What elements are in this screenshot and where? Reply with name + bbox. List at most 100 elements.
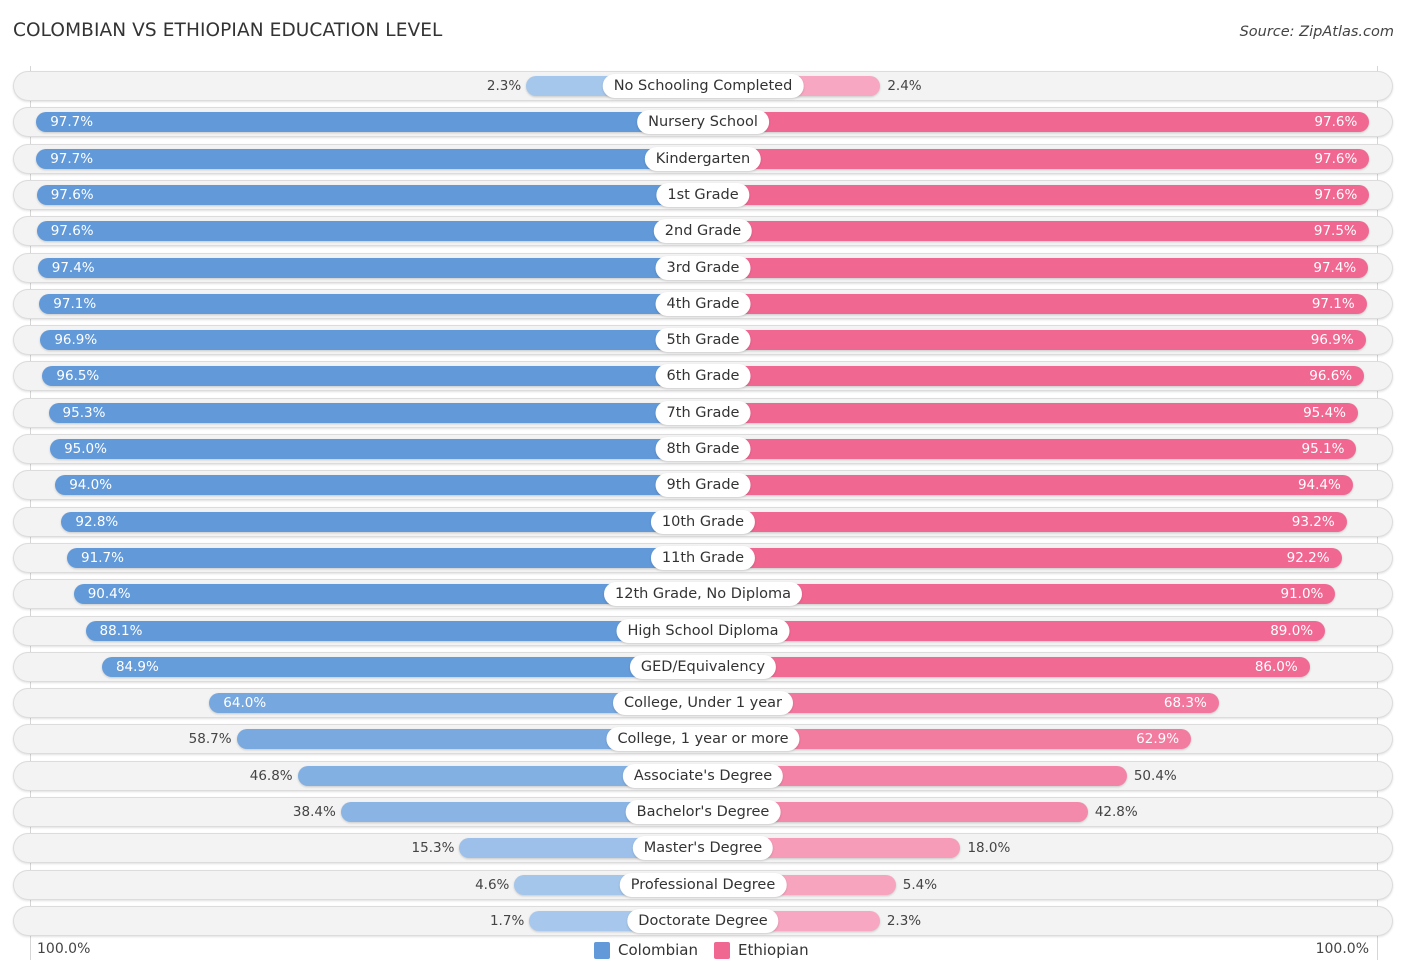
legend-item-colombian[interactable]: Colombian — [594, 940, 698, 960]
bar-colombian[interactable] — [61, 511, 703, 532]
bar-colombian[interactable] — [36, 112, 703, 133]
bar-colombian[interactable] — [39, 293, 703, 314]
value-label-colombian: 1.7% — [489, 912, 525, 929]
category-label: 4th Grade — [655, 291, 751, 316]
bar-colombian[interactable] — [36, 148, 703, 169]
bar-ethiopian[interactable] — [703, 112, 1370, 133]
category-label: GED/Equivalency — [629, 654, 777, 679]
bar-colombian[interactable] — [85, 620, 703, 641]
bar-colombian[interactable] — [40, 330, 703, 351]
value-label-ethiopian: 94.4% — [1297, 477, 1341, 494]
bar-colombian[interactable] — [36, 184, 703, 205]
value-label-ethiopian: 97.5% — [1313, 223, 1357, 240]
value-label-colombian: 97.7% — [50, 114, 94, 131]
legend-swatch-colombian — [594, 941, 610, 959]
bar-ethiopian[interactable] — [703, 221, 1369, 242]
value-label-colombian: 97.4% — [51, 259, 95, 276]
category-label: 6th Grade — [655, 364, 751, 389]
value-label-colombian: 91.7% — [81, 549, 124, 566]
category-label: College, Under 1 year — [613, 691, 793, 716]
value-label-colombian: 95.0% — [64, 441, 107, 457]
value-label-ethiopian: 97.1% — [1311, 295, 1355, 312]
category-label: 7th Grade — [655, 400, 751, 425]
bar-ethiopian[interactable] — [703, 330, 1366, 351]
value-label-colombian: 94.0% — [69, 477, 113, 494]
category-label: 12th Grade, No Diploma — [604, 582, 802, 607]
value-label-colombian: 97.6% — [50, 223, 94, 240]
bar-ethiopian[interactable] — [703, 475, 1353, 496]
value-label-colombian: 46.8% — [249, 767, 293, 784]
category-label: Bachelor's Degree — [625, 800, 781, 824]
category-label: High School Diploma — [616, 618, 790, 643]
value-label-ethiopian: 97.4% — [1313, 259, 1357, 276]
value-label-colombian: 88.1% — [99, 622, 143, 639]
value-label-colombian: 96.5% — [56, 368, 100, 385]
bar-ethiopian[interactable] — [703, 547, 1342, 568]
legend-label-colombian: Colombian — [618, 941, 698, 959]
bar-colombian[interactable] — [55, 475, 703, 496]
value-label-ethiopian: 95.4% — [1303, 404, 1346, 421]
value-label-ethiopian: 97.6% — [1314, 150, 1358, 167]
legend: Colombian Ethiopian — [0, 940, 1406, 962]
value-label-colombian: 92.8% — [75, 513, 119, 530]
legend-label-ethiopian: Ethiopian — [738, 941, 809, 959]
bar-ethiopian[interactable] — [703, 148, 1370, 169]
category-label: 2nd Grade — [653, 219, 753, 244]
bar-ethiopian[interactable] — [703, 656, 1310, 677]
category-label: College, 1 year or more — [606, 727, 800, 752]
value-label-ethiopian: 96.9% — [1310, 332, 1354, 349]
legend-item-ethiopian[interactable]: Ethiopian — [714, 940, 809, 960]
bar-ethiopian[interactable] — [703, 511, 1347, 532]
value-label-ethiopian: 62.9% — [1136, 731, 1180, 748]
bar-colombian[interactable] — [101, 656, 703, 677]
category-label: 8th Grade — [655, 437, 751, 461]
bar-ethiopian[interactable] — [703, 184, 1370, 205]
category-label: 9th Grade — [655, 473, 751, 498]
category-label: No Schooling Completed — [602, 74, 804, 98]
value-label-colombian: 97.7% — [50, 150, 94, 167]
category-label: Master's Degree — [632, 836, 774, 861]
value-label-colombian: 84.9% — [115, 658, 159, 675]
value-label-colombian: 58.7% — [188, 731, 232, 748]
value-label-ethiopian: 2.4% — [887, 78, 922, 94]
value-label-colombian: 4.6% — [475, 876, 510, 893]
value-label-ethiopian: 96.6% — [1309, 368, 1353, 385]
value-label-ethiopian: 92.2% — [1286, 549, 1330, 566]
bar-ethiopian[interactable] — [703, 257, 1369, 278]
bar-ethiopian[interactable] — [703, 439, 1357, 459]
category-label: Doctorate Degree — [627, 908, 779, 933]
value-label-ethiopian: 2.3% — [886, 912, 922, 929]
bar-colombian[interactable] — [36, 221, 703, 242]
category-label: 10th Grade — [650, 509, 756, 534]
value-label-colombian: 64.0% — [223, 695, 267, 712]
value-label-colombian: 97.1% — [53, 295, 97, 312]
value-label-colombian: 97.6% — [50, 186, 94, 203]
legend-swatch-ethiopian — [714, 941, 730, 959]
bar-colombian[interactable] — [67, 547, 703, 568]
bar-ethiopian[interactable] — [703, 366, 1365, 387]
category-label: Kindergarten — [644, 146, 762, 171]
bar-ethiopian[interactable] — [703, 620, 1326, 641]
value-label-colombian: 90.4% — [87, 586, 131, 603]
value-label-colombian: 96.9% — [54, 332, 98, 349]
value-label-ethiopian: 50.4% — [1133, 767, 1177, 784]
bar-colombian[interactable] — [42, 366, 703, 387]
category-label: 11th Grade — [650, 545, 756, 570]
value-label-ethiopian: 95.1% — [1301, 441, 1345, 457]
value-label-ethiopian: 97.6% — [1314, 114, 1358, 131]
category-label: 5th Grade — [655, 328, 751, 353]
chart-rows: 2.3% 2.4% No Schooling Completed 97.7% 97.6%… — [0, 0, 1406, 975]
category-label: Nursery School — [637, 110, 769, 135]
value-label-ethiopian: 68.3% — [1163, 695, 1207, 712]
bar-ethiopian[interactable] — [703, 402, 1358, 423]
value-label-ethiopian: 93.2% — [1291, 513, 1335, 530]
value-label-colombian: 2.3% — [486, 78, 522, 94]
category-label: 3rd Grade — [655, 255, 751, 280]
category-label: Professional Degree — [619, 872, 787, 897]
bar-colombian[interactable] — [48, 402, 703, 423]
bar-colombian[interactable] — [50, 439, 703, 459]
category-label: Associate's Degree — [622, 763, 784, 788]
value-label-colombian: 38.4% — [292, 804, 336, 820]
bar-colombian[interactable] — [37, 257, 703, 278]
bar-ethiopian[interactable] — [703, 293, 1367, 314]
